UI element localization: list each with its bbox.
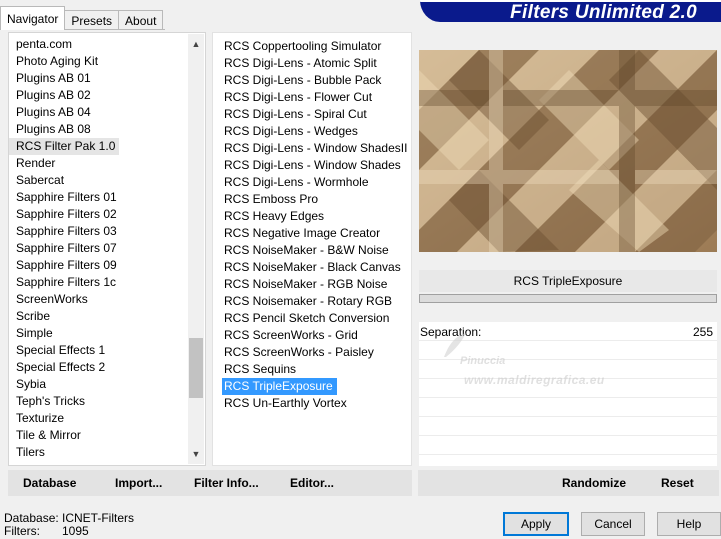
category-item[interactable]: Photo Aging Kit — [9, 53, 189, 70]
filters-count-value: 1095 — [62, 524, 89, 538]
category-list[interactable]: penta.com Photo Aging Kit Plugins AB 01 Plu… — [9, 36, 189, 464]
filter-item[interactable]: RCS Emboss Pro — [213, 191, 413, 208]
category-item[interactable]: Sapphire Filters 01 — [9, 189, 189, 206]
category-item[interactable]: Sapphire Filters 07 — [9, 240, 189, 257]
category-item[interactable]: Sapphire Filters 03 — [9, 223, 189, 240]
filter-item[interactable]: RCS Digi-Lens - Wedges — [213, 123, 413, 140]
category-item[interactable]: Sapphire Filters 1c — [9, 274, 189, 291]
category-item[interactable]: Special Effects 1 — [9, 342, 189, 359]
filter-item[interactable]: RCS TripleExposure — [222, 378, 337, 395]
category-item[interactable]: Tilers — [9, 444, 189, 461]
randomize-button[interactable]: Randomize — [562, 476, 626, 490]
filter-info-button[interactable]: Filter Info... — [194, 476, 259, 490]
category-item[interactable]: Teph's Tricks — [9, 393, 189, 410]
watermark-url: www.maldiregrafica.eu — [464, 373, 605, 387]
category-item[interactable]: Simple — [9, 325, 189, 342]
category-item[interactable]: Sapphire Filters 02 — [9, 206, 189, 223]
preview-image — [419, 50, 717, 252]
filter-item[interactable]: RCS Sequins — [213, 361, 413, 378]
filter-item[interactable]: RCS Noisemaker - Rotary RGB — [213, 293, 413, 310]
filter-item[interactable]: RCS Digi-Lens - Window Shades — [213, 157, 413, 174]
category-item[interactable]: Plugins AB 02 — [9, 87, 189, 104]
category-item[interactable]: RCS Filter Pak 1.0 — [9, 138, 120, 155]
category-item[interactable]: Tile & Mirror — [9, 427, 189, 444]
editor-button[interactable]: Editor... — [290, 476, 334, 490]
tab-navigator[interactable]: Navigator — [0, 6, 66, 30]
filter-item[interactable]: RCS Digi-Lens - Atomic Split — [213, 55, 413, 72]
param-value: 255 — [692, 325, 713, 339]
tab-presets[interactable]: Presets — [64, 10, 120, 30]
left-button-bar: Database Import... Filter Info... Editor… — [8, 470, 412, 496]
filter-list-pane: RCS Coppertooling Simulator RCS Digi-Lens… — [212, 32, 412, 466]
filter-item[interactable]: RCS NoiseMaker - Black Canvas — [213, 259, 413, 276]
param-row-empty — [419, 417, 717, 436]
category-item[interactable]: Plugins AB 01 — [9, 70, 189, 87]
scroll-thumb[interactable] — [189, 338, 203, 398]
filter-item[interactable]: RCS Digi-Lens - Wormhole — [213, 174, 413, 191]
filter-item[interactable]: RCS Digi-Lens - Flower Cut — [213, 89, 413, 106]
filter-preview — [419, 50, 717, 252]
app-banner: Filters Unlimited 2.0 — [420, 0, 721, 23]
filter-item[interactable]: RCS Digi-Lens - Bubble Pack — [213, 72, 413, 89]
filter-item[interactable]: RCS Coppertooling Simulator — [213, 38, 413, 55]
category-item[interactable]: ScreenWorks — [9, 291, 189, 308]
filters-count-label: Filters: — [4, 524, 40, 538]
filter-list[interactable]: RCS Coppertooling Simulator RCS Digi-Lens… — [213, 38, 413, 412]
category-item[interactable]: Plugins AB 08 — [9, 121, 189, 138]
filter-item[interactable]: RCS NoiseMaker - RGB Noise — [213, 276, 413, 293]
category-item[interactable]: Sabercat — [9, 172, 189, 189]
category-scrollbar[interactable]: ▲ ▼ — [188, 34, 204, 464]
cancel-button[interactable]: Cancel — [581, 512, 645, 536]
filter-item[interactable]: RCS ScreenWorks - Grid — [213, 327, 413, 344]
watermark-name: Pinuccia — [460, 355, 506, 367]
filter-item[interactable]: RCS Pencil Sketch Conversion — [213, 310, 413, 327]
database-button[interactable]: Database — [23, 476, 76, 490]
status-area: Database: ICNET-Filters Filters: 1095 — [4, 512, 134, 538]
tab-bar: Navigator Presets About — [0, 6, 164, 30]
apply-button[interactable]: Apply — [503, 512, 569, 536]
category-item[interactable]: Sapphire Filters 09 — [9, 257, 189, 274]
category-item[interactable]: Texturize — [9, 410, 189, 427]
category-item[interactable]: Scribe — [9, 308, 189, 325]
watermark: Pinuccia www.maldiregrafica.eu — [440, 331, 640, 389]
category-list-pane: penta.com Photo Aging Kit Plugins AB 01 Plu… — [8, 32, 206, 466]
scroll-down-icon[interactable]: ▼ — [188, 446, 204, 462]
import-button[interactable]: Import... — [115, 476, 162, 490]
param-row-empty — [419, 436, 717, 455]
filter-item[interactable]: RCS Digi-Lens - Window ShadesII — [213, 140, 413, 157]
filter-item[interactable]: RCS NoiseMaker - B&W Noise — [213, 242, 413, 259]
filter-progress-bar — [419, 294, 717, 303]
help-button[interactable]: Help — [657, 512, 721, 536]
category-item[interactable]: penta.com — [9, 36, 189, 53]
filter-item[interactable]: RCS Negative Image Creator — [213, 225, 413, 242]
filter-item[interactable]: RCS Heavy Edges — [213, 208, 413, 225]
filter-item[interactable]: RCS ScreenWorks - Paisley — [213, 344, 413, 361]
tab-about[interactable]: About — [118, 10, 164, 30]
category-item[interactable]: Sybia — [9, 376, 189, 393]
scroll-up-icon[interactable]: ▲ — [188, 36, 204, 52]
category-item[interactable]: Plugins AB 04 — [9, 104, 189, 121]
filter-item[interactable]: RCS Digi-Lens - Spiral Cut — [213, 106, 413, 123]
filter-name-label: RCS TripleExposure — [419, 270, 717, 292]
reset-button[interactable]: Reset — [661, 476, 694, 490]
right-button-bar: Randomize Reset — [418, 470, 719, 496]
filter-item[interactable]: RCS Un-Earthly Vortex — [213, 395, 413, 412]
app-title: Filters Unlimited 2.0 — [510, 2, 697, 23]
category-item[interactable]: Render — [9, 155, 189, 172]
param-row-empty — [419, 398, 717, 417]
category-item[interactable]: Special Effects 2 — [9, 359, 189, 376]
